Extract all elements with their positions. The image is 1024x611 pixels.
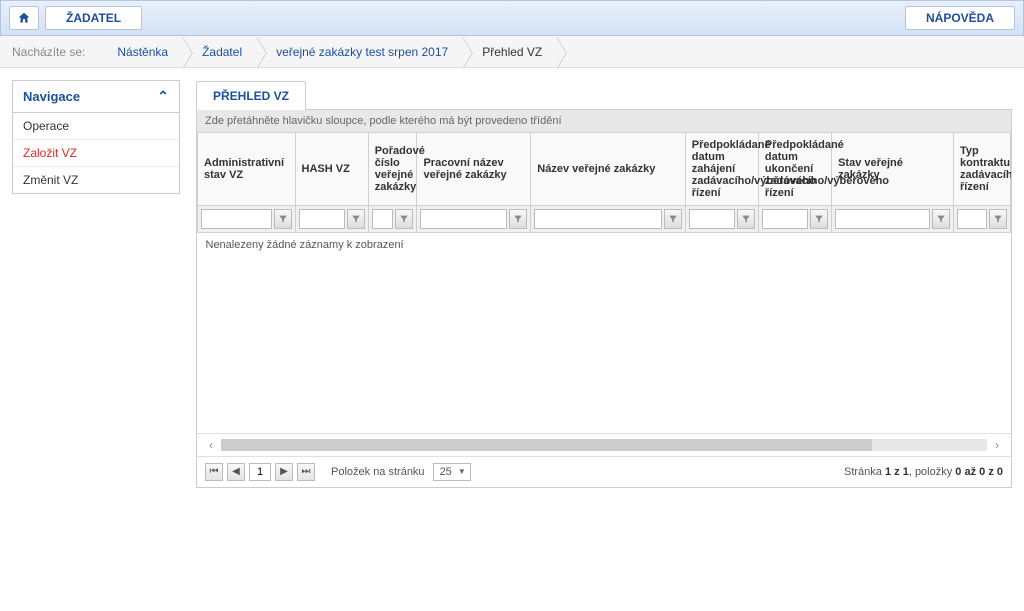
- scroll-right-icon[interactable]: ›: [991, 436, 1003, 454]
- filter-input-datum-ukonceni[interactable]: [762, 209, 808, 229]
- filter-icon[interactable]: [274, 209, 292, 229]
- grid-filter-row: [198, 206, 1011, 233]
- sidebar: Navigace ⌃ Operace Založit VZ Změnit VZ: [12, 80, 180, 194]
- sidebar-item-zalozit-vz[interactable]: Založit VZ: [13, 140, 179, 167]
- filter-input-typ[interactable]: [957, 209, 987, 229]
- napoveda-button[interactable]: NÁPOVĚDA: [905, 6, 1015, 30]
- filter-input-pracovni-nazev[interactable]: [420, 209, 507, 229]
- sidebar-item-zmenit-vz[interactable]: Změnit VZ: [13, 167, 179, 193]
- sidebar-title: Navigace: [23, 89, 80, 104]
- zadatel-button[interactable]: ŽADATEL: [45, 6, 142, 30]
- filter-input-hash[interactable]: [299, 209, 345, 229]
- top-bar: ŽADATEL NÁPOVĚDA: [0, 0, 1024, 36]
- per-page-select[interactable]: 25: [433, 463, 471, 481]
- pager-page-input[interactable]: [249, 463, 271, 481]
- breadcrumb-item-current: Přehled VZ: [462, 37, 556, 67]
- filter-icon[interactable]: [347, 209, 365, 229]
- horizontal-scrollbar: ‹ ›: [197, 433, 1011, 456]
- scroll-track[interactable]: [221, 439, 987, 451]
- filter-icon[interactable]: [395, 209, 413, 229]
- sidebar-header[interactable]: Navigace ⌃: [13, 81, 179, 113]
- chevron-up-icon: ⌃: [157, 88, 169, 105]
- tab-prehled-vz[interactable]: PŘEHLED VZ: [196, 81, 306, 110]
- col-admin-stav[interactable]: Administrativní stav VZ: [198, 133, 296, 206]
- per-page-value: 25: [440, 466, 452, 478]
- filter-input-admin-stav[interactable]: [201, 209, 272, 229]
- filter-icon[interactable]: [932, 209, 950, 229]
- col-typ-kontraktu[interactable]: Typ kontraktu zadávacího řízení: [954, 133, 1011, 206]
- home-button[interactable]: [9, 6, 39, 30]
- pager-prev-button[interactable]: ◀: [227, 463, 245, 481]
- breadcrumb-label: Nacházíte se:: [0, 45, 97, 59]
- filter-icon[interactable]: [810, 209, 828, 229]
- filter-input-stav[interactable]: [835, 209, 930, 229]
- pager-info: Stránka 1 z 1, položky 0 až 0 z 0: [844, 466, 1003, 478]
- pager-next-button[interactable]: ▶: [275, 463, 293, 481]
- grid-header-row: Administrativní stav VZ HASH VZ Pořadové…: [198, 133, 1011, 206]
- col-poradove-cislo[interactable]: Pořadové číslo veřejné zakázky: [368, 133, 417, 206]
- filter-input-poradove[interactable]: [372, 209, 394, 229]
- filter-input-datum-zahajeni[interactable]: [689, 209, 735, 229]
- sidebar-item-operace[interactable]: Operace: [13, 113, 179, 140]
- breadcrumb: Nacházíte se: Nástěnka Žadatel veřejné z…: [0, 36, 1024, 68]
- col-pracovni-nazev[interactable]: Pracovní název veřejné zakázky: [417, 133, 531, 206]
- empty-row: Nenalezeny žádné záznamy k zobrazení: [198, 233, 1011, 433]
- grid-group-hint[interactable]: Zde přetáhněte hlavičku sloupce, podle k…: [197, 110, 1011, 132]
- filter-icon[interactable]: [509, 209, 527, 229]
- breadcrumb-item-zadatel[interactable]: Žadatel: [182, 37, 256, 67]
- home-icon: [17, 11, 31, 25]
- scroll-left-icon[interactable]: ‹: [205, 436, 217, 454]
- data-grid: Administrativní stav VZ HASH VZ Pořadové…: [197, 132, 1011, 433]
- filter-icon[interactable]: [664, 209, 682, 229]
- grid-panel: Zde přetáhněte hlavičku sloupce, podle k…: [196, 109, 1012, 488]
- filter-icon[interactable]: [989, 209, 1007, 229]
- pager-last-button[interactable]: ⏭: [297, 463, 315, 481]
- per-page-label: Položek na stránku: [331, 466, 425, 478]
- filter-icon[interactable]: [737, 209, 755, 229]
- pager-first-button[interactable]: ⏮: [205, 463, 223, 481]
- empty-text: Nenalezeny žádné záznamy k zobrazení: [198, 233, 1011, 433]
- col-hash-vz[interactable]: HASH VZ: [295, 133, 368, 206]
- col-stav[interactable]: Stav veřejné zakázky: [832, 133, 954, 206]
- breadcrumb-item-project[interactable]: veřejné zakázky test srpen 2017: [256, 37, 462, 67]
- breadcrumb-item-nastenka[interactable]: Nástěnka: [97, 37, 182, 67]
- filter-input-nazev[interactable]: [534, 209, 661, 229]
- col-datum-zahajeni[interactable]: Předpokládané datum zahájení zadávacího/…: [685, 133, 758, 206]
- col-datum-ukonceni[interactable]: Předpokládané datum ukončení zadávacího/…: [758, 133, 831, 206]
- pager: ⏮ ◀ ▶ ⏭ Položek na stránku 25 Stránka 1 …: [197, 456, 1011, 487]
- scroll-thumb[interactable]: [221, 439, 872, 451]
- col-nazev[interactable]: Název veřejné zakázky: [531, 133, 685, 206]
